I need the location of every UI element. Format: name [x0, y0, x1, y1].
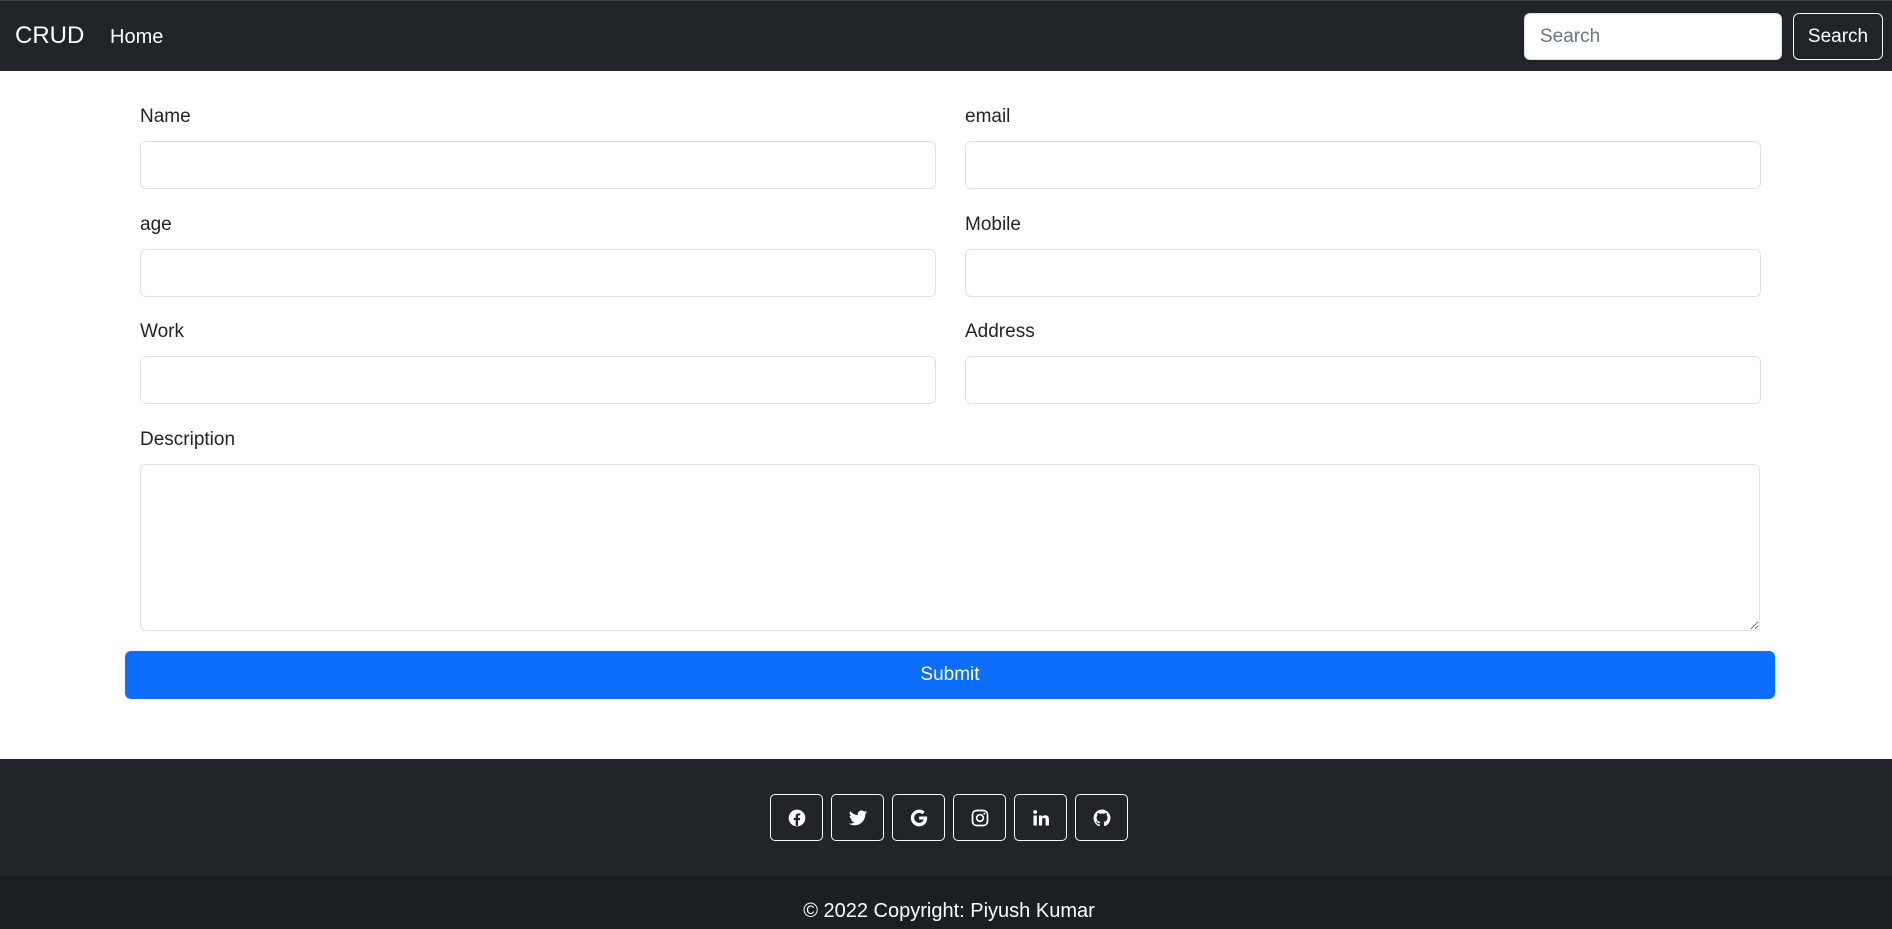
brand-link[interactable]: CRUD: [15, 21, 84, 51]
name-input[interactable]: [140, 141, 936, 189]
facebook-icon: [788, 809, 805, 826]
github-button[interactable]: [1075, 794, 1128, 841]
address-input[interactable]: [965, 356, 1761, 404]
copyright-text: © 2022 Copyright: Piyush Kumar: [803, 900, 1095, 922]
work-input[interactable]: [140, 356, 936, 404]
mobile-label: Mobile: [965, 214, 1021, 235]
search-button[interactable]: Search: [1793, 13, 1883, 60]
description-label: Description: [140, 429, 236, 450]
search-input[interactable]: [1524, 13, 1782, 60]
age-label: age: [140, 214, 172, 235]
facebook-button[interactable]: [770, 794, 823, 841]
mobile-input[interactable]: [965, 249, 1761, 297]
linkedin-icon: [1032, 809, 1049, 825]
email-input[interactable]: [965, 141, 1761, 189]
age-input[interactable]: [140, 249, 936, 297]
instagram-button[interactable]: [953, 794, 1006, 841]
github-icon: [1093, 809, 1110, 826]
name-label: Name: [140, 106, 191, 127]
nav-home-link[interactable]: Home: [110, 25, 163, 49]
social-links: [770, 794, 1128, 841]
instagram-icon: [971, 809, 988, 826]
google-button[interactable]: [892, 794, 945, 841]
twitter-icon: [848, 809, 867, 825]
google-icon: [910, 809, 927, 826]
address-label: Address: [965, 321, 1035, 342]
twitter-button[interactable]: [831, 794, 884, 841]
submit-button[interactable]: Submit: [125, 651, 1775, 699]
email-label: email: [965, 106, 1011, 127]
linkedin-button[interactable]: [1014, 794, 1067, 841]
work-label: Work: [140, 321, 184, 342]
navbar: CRUD Home Search: [0, 0, 1892, 71]
description-textarea[interactable]: [140, 464, 1760, 631]
